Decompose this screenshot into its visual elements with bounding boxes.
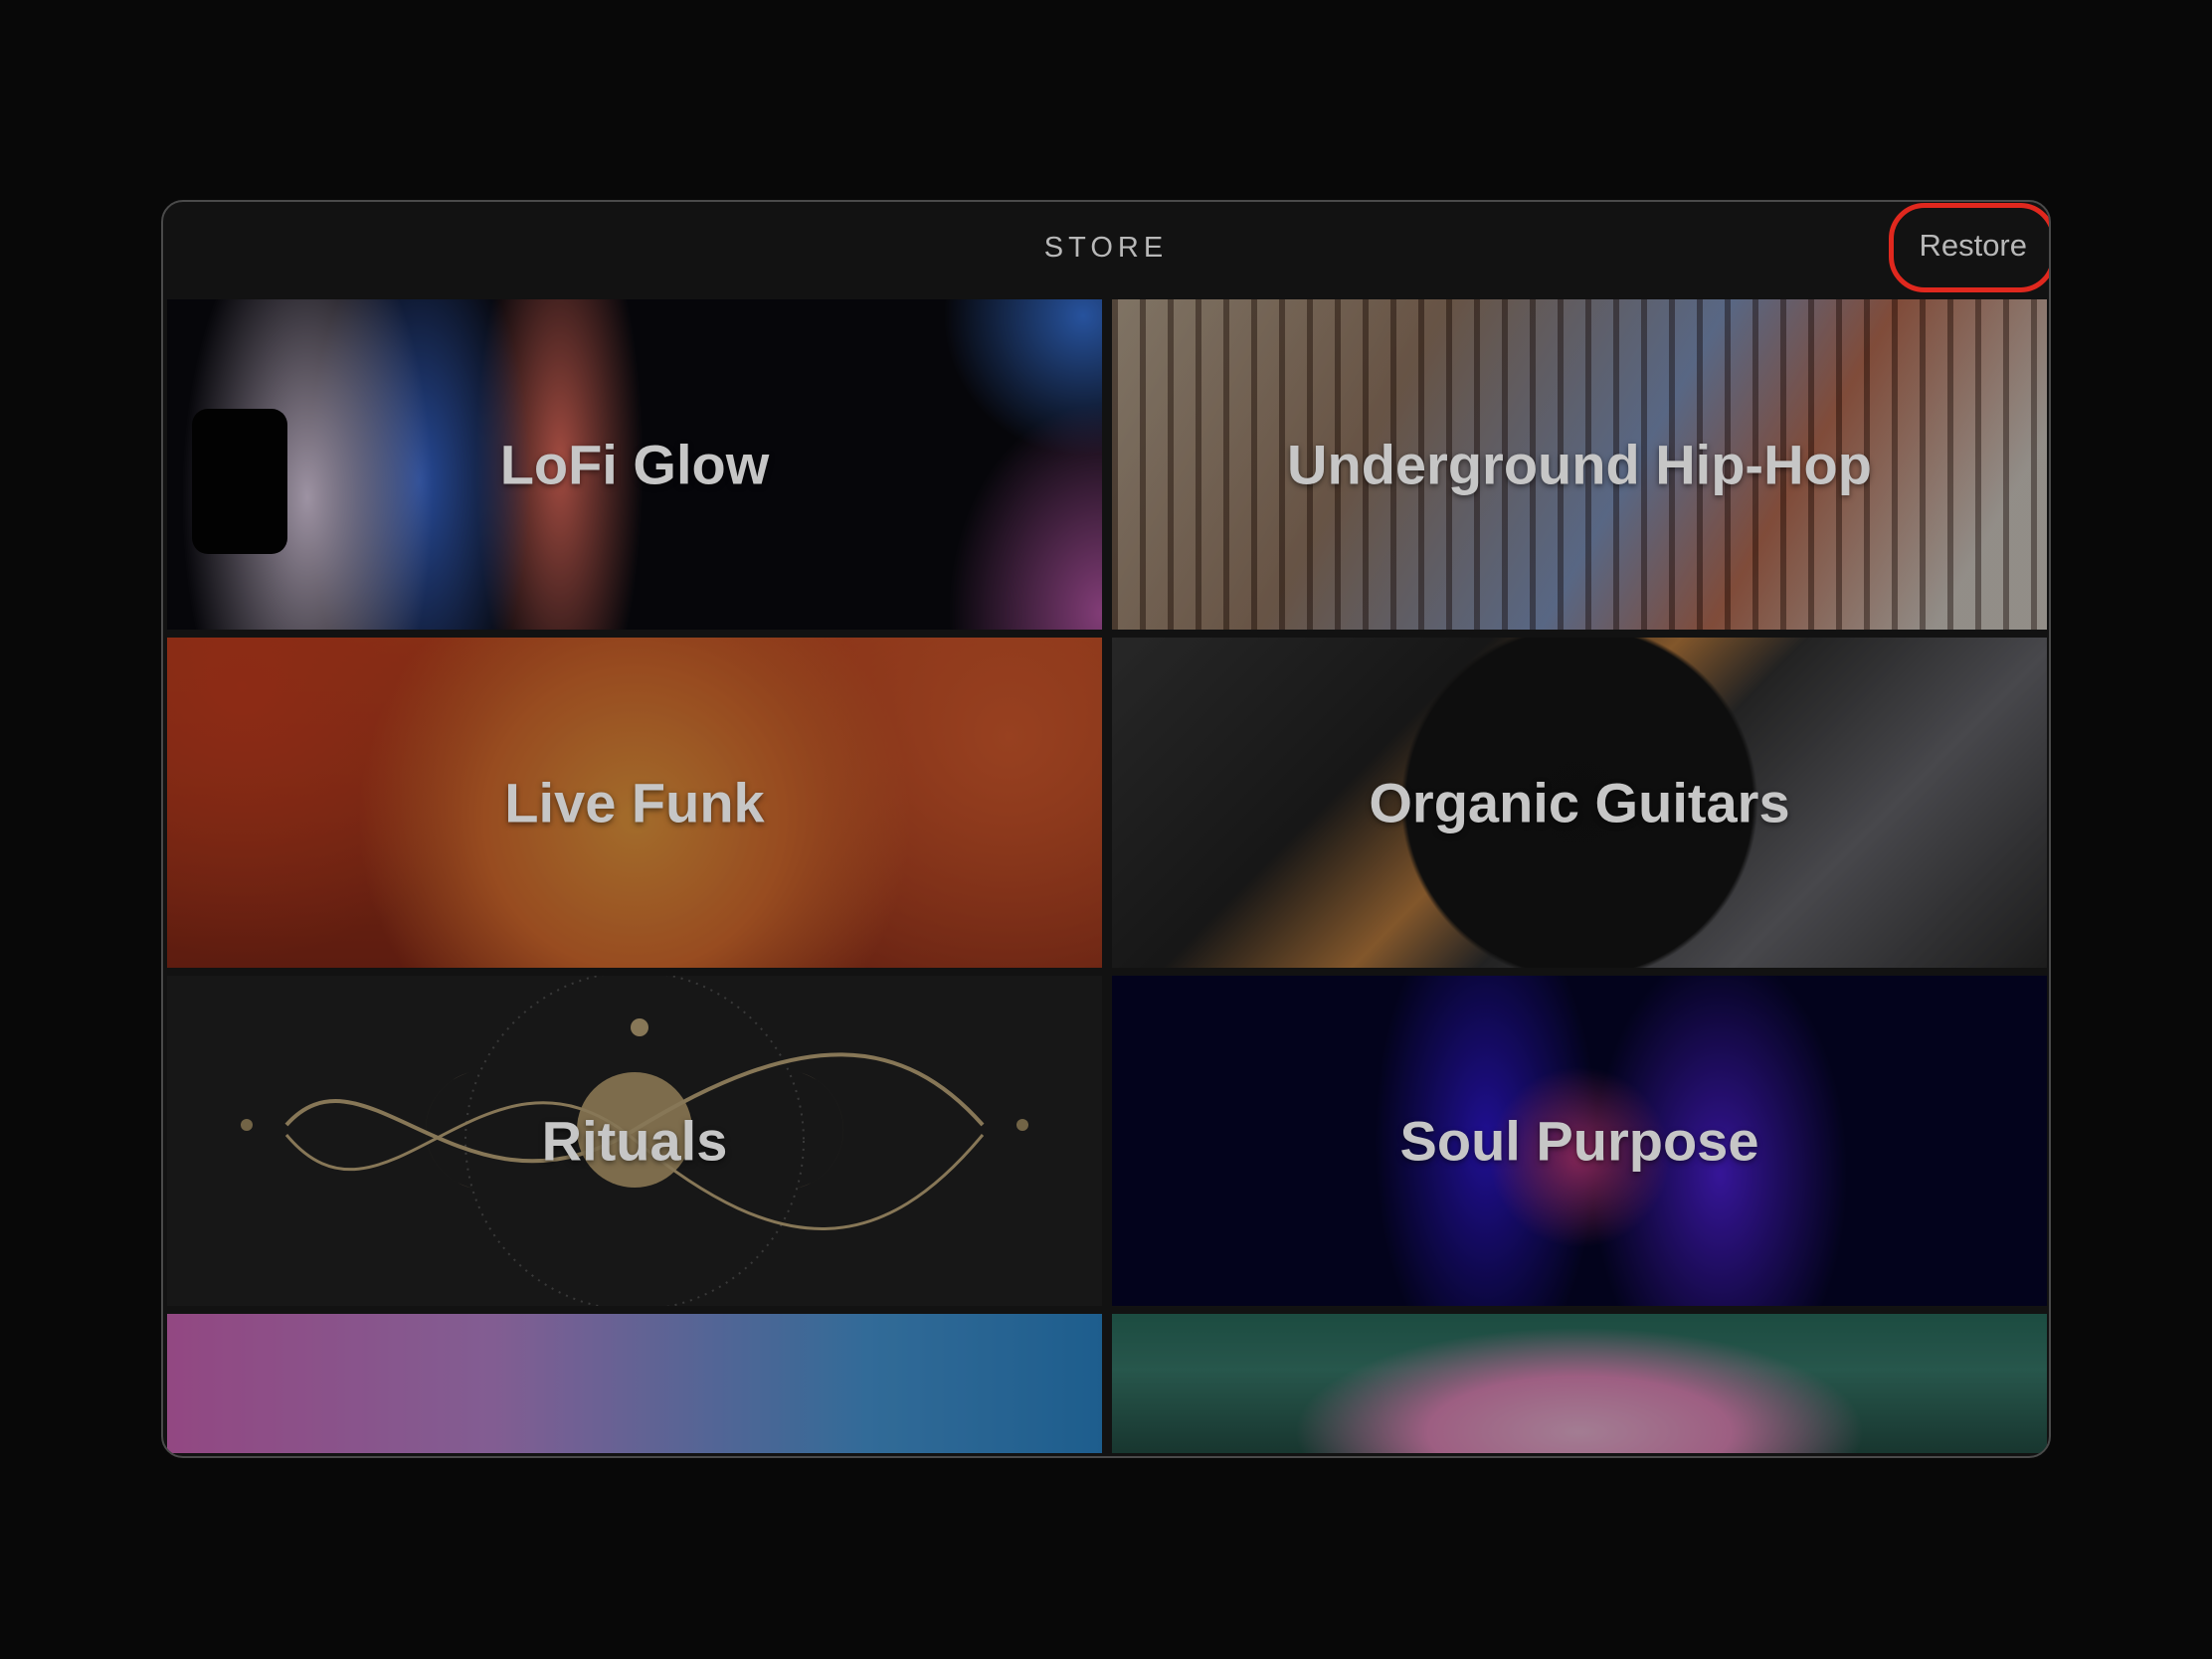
pack-tile-8[interactable] bbox=[1112, 1314, 2047, 1453]
pack-tile-7[interactable] bbox=[167, 1314, 1102, 1453]
store-header: STORE Restore bbox=[163, 202, 2049, 299]
pack-title: LoFi Glow bbox=[499, 433, 770, 496]
pack-tile-rituals[interactable]: Rituals bbox=[167, 976, 1102, 1306]
pack-tile-soul-purpose[interactable]: Soul Purpose bbox=[1112, 976, 2047, 1306]
pack-title: Rituals bbox=[541, 1109, 728, 1173]
restore-button[interactable]: Restore bbox=[1919, 228, 2027, 264]
pack-title: Organic Guitars bbox=[1369, 771, 1790, 834]
pack-title: Live Funk bbox=[504, 771, 765, 834]
pack-tile-organic-guitars[interactable]: Organic Guitars bbox=[1112, 638, 2047, 968]
page-title: STORE bbox=[1043, 232, 1169, 264]
pack-title: Soul Purpose bbox=[1399, 1109, 1759, 1173]
pack-tile-lofi-glow[interactable]: LoFi Glow bbox=[167, 299, 1102, 630]
pack-title: Underground Hip-Hop bbox=[1287, 433, 1872, 496]
pack-tile-underground-hip-hop[interactable]: Underground Hip-Hop bbox=[1112, 299, 2047, 630]
pack-tile-live-funk[interactable]: Live Funk bbox=[167, 638, 1102, 968]
store-modal: STORE Restore LoFi Glow Underground Hip-… bbox=[161, 200, 2051, 1458]
